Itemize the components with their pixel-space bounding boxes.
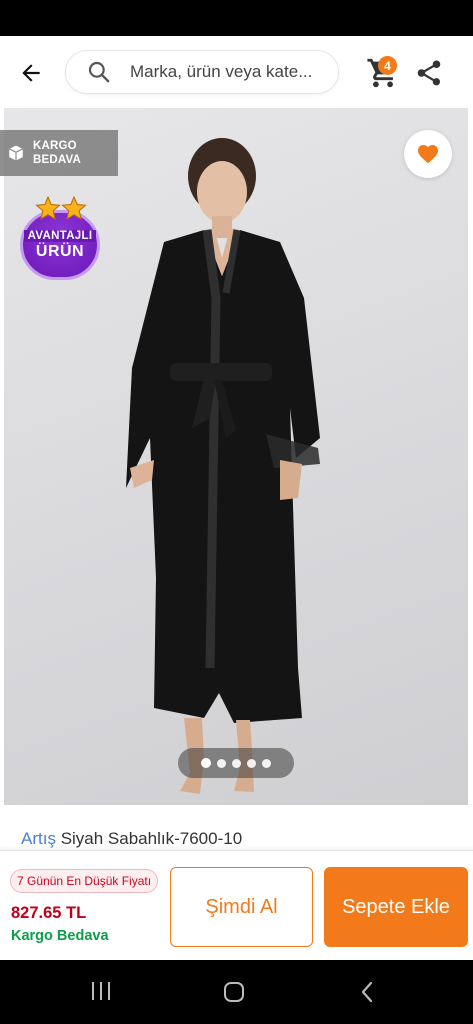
price: 827.65 TL	[11, 904, 87, 922]
advantage-badge-line2: ÜRÜN	[35, 242, 85, 260]
purchase-bar: 7 Günün En Düşük Fiyatı 827.65 TL Kargo …	[0, 850, 473, 960]
box-icon	[9, 145, 23, 161]
search-box[interactable]	[65, 50, 339, 94]
product-name: Siyah Sabahlık-7600-10	[60, 829, 243, 848]
recent-apps-icon[interactable]	[90, 980, 112, 1002]
advantage-badge-line1: AVANTAJLI	[23, 229, 97, 242]
add-to-cart-button[interactable]: Sepete Ekle	[324, 867, 468, 947]
search-icon	[86, 59, 112, 85]
free-shipping-label: Kargo Bedava	[11, 928, 109, 944]
pager-dot-4[interactable]	[247, 758, 256, 768]
free-shipping-badge-text: KARGO BEDAVA	[33, 139, 81, 167]
star-icon	[35, 196, 87, 221]
heart-icon	[418, 145, 438, 164]
pager-dot-1[interactable]	[201, 758, 211, 768]
free-shipping-badge-line1: KARGO	[33, 140, 77, 152]
back-nav-icon[interactable]	[358, 980, 376, 1004]
image-pager[interactable]	[178, 748, 294, 778]
advantage-product-badge: AVANTAJLI ÜRÜN	[18, 196, 104, 284]
free-shipping-badge: KARGO BEDAVA	[0, 130, 118, 176]
pager-dot-5[interactable]	[262, 758, 271, 768]
home-icon[interactable]	[222, 980, 246, 1004]
arrow-left-icon	[22, 64, 40, 82]
favorite-button[interactable]	[404, 130, 452, 178]
system-nav-bar	[0, 960, 473, 1024]
share-icon[interactable]	[414, 58, 444, 88]
buy-now-button[interactable]: Şimdi Al	[170, 867, 313, 947]
search-input[interactable]	[130, 62, 330, 82]
pager-dot-3[interactable]	[232, 758, 241, 768]
free-shipping-badge-line2: BEDAVA	[33, 154, 82, 166]
brand-link[interactable]: Artış	[21, 829, 56, 848]
lowest-price-badge: 7 Günün En Düşük Fiyatı	[10, 869, 159, 893]
product-title: Artış Siyah Sabahlık-7600-10	[21, 829, 242, 849]
status-bar	[0, 0, 473, 36]
top-bar: 4	[0, 36, 473, 108]
cart-count-badge: 4	[378, 56, 397, 75]
back-button[interactable]	[14, 56, 48, 90]
pager-dot-2[interactable]	[217, 758, 226, 768]
